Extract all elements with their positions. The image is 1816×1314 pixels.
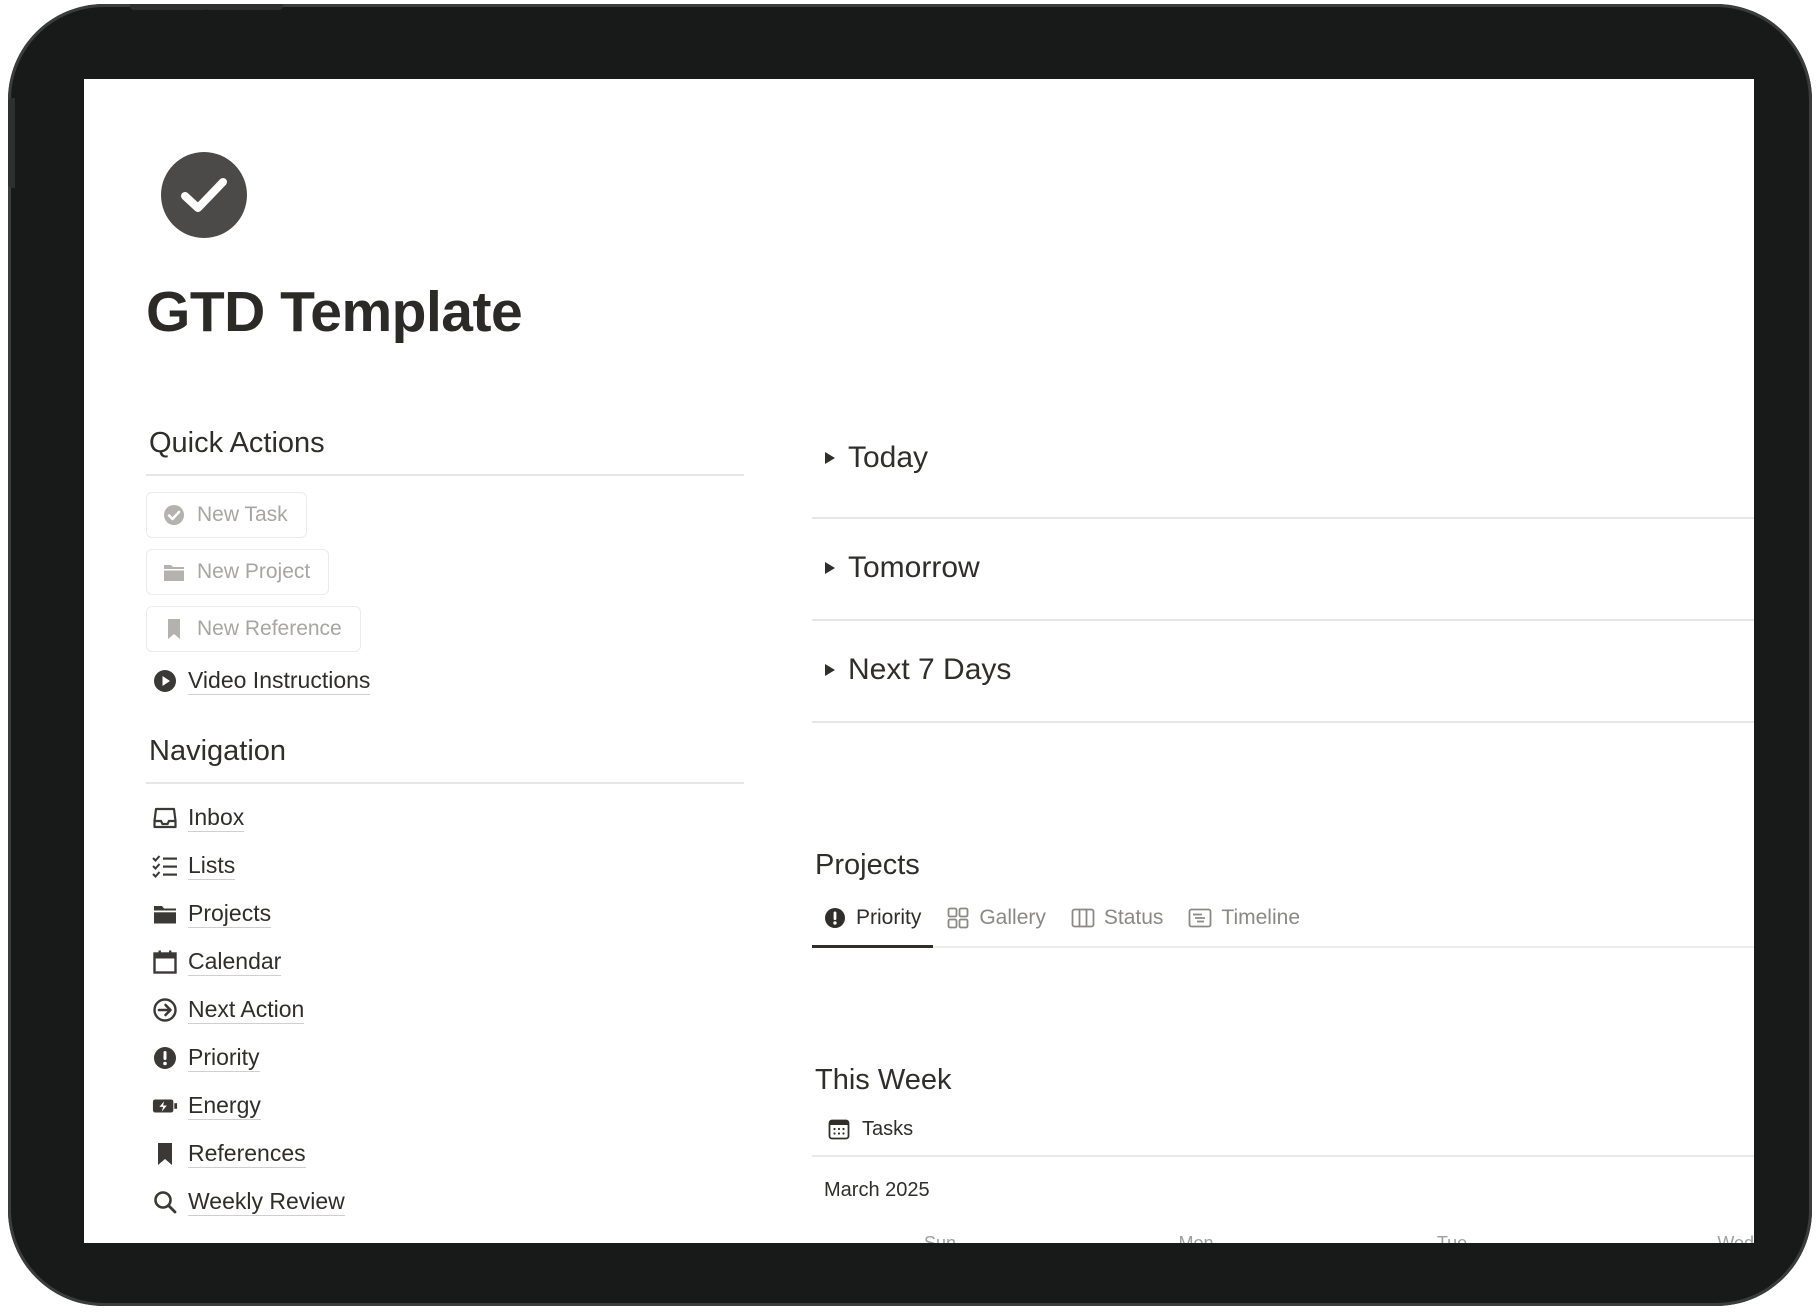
new-reference-label: New Reference	[197, 617, 342, 640]
hardware-button	[8, 98, 15, 188]
new-task-button[interactable]: New Task	[146, 492, 307, 538]
nav-item-inbox[interactable]: Inbox	[146, 794, 744, 842]
triangle-right-icon[interactable]	[812, 651, 848, 689]
tab-status[interactable]: Status	[1058, 891, 1176, 945]
navigation-list: Inbox Lists Projects Calendar Next Actio…	[146, 784, 744, 1226]
nav-item-label: References	[188, 1140, 306, 1168]
toggle-tomorrow[interactable]: Tomorrow	[812, 519, 1754, 621]
bookmark-icon	[152, 1141, 178, 1167]
tab-gallery[interactable]: Gallery	[933, 891, 1058, 945]
projects-view-tabs: Priority Gallery Status Timeline	[812, 890, 1754, 948]
weekday-label: Mon	[1178, 1233, 1214, 1243]
nav-item-label: Next Action	[188, 996, 305, 1024]
nav-item-weekly-review[interactable]: Weekly Review	[146, 1178, 744, 1226]
checklist-icon	[152, 853, 178, 879]
toggle-label: Today	[848, 441, 929, 474]
folder-icon	[161, 559, 187, 585]
page-title: GTD Template	[146, 280, 523, 344]
new-task-label: New Task	[197, 503, 288, 526]
this-week-title[interactable]: This Week	[812, 1064, 1754, 1097]
calendar-view-icon	[826, 1116, 852, 1142]
play-circle-icon	[152, 668, 178, 694]
nav-item-next-action[interactable]: Next Action	[146, 986, 744, 1034]
weekday-header: Sun Mon Tue Wed	[812, 1225, 1754, 1243]
arrow-circle-right-icon	[152, 997, 178, 1023]
nav-item-label: Projects	[188, 900, 272, 928]
search-icon	[152, 1189, 178, 1215]
nav-item-label: Priority	[188, 1044, 260, 1072]
nav-item-references[interactable]: References	[146, 1130, 744, 1178]
toggle-label: Tomorrow	[848, 551, 980, 584]
folder-icon	[152, 901, 178, 927]
tab-label: Status	[1103, 906, 1164, 929]
tab-label: Gallery	[979, 906, 1046, 929]
hardware-button	[130, 4, 208, 10]
timeline-icon	[1187, 905, 1213, 931]
projects-title[interactable]: Projects	[812, 849, 1754, 882]
inbox-icon	[152, 805, 178, 831]
tab-label: Timeline	[1221, 906, 1300, 929]
toggle-next-7-days[interactable]: Next 7 Days	[812, 621, 1754, 723]
tab-timeline[interactable]: Timeline	[1175, 891, 1312, 945]
tasks-view-tab[interactable]: Tasks	[812, 1103, 1754, 1157]
tablet-frame: GTD Template Quick Actions New Task New …	[8, 4, 1812, 1306]
nav-item-label: Calendar	[188, 948, 282, 976]
triangle-right-icon[interactable]	[812, 549, 848, 587]
weekday-label: Sun	[923, 1233, 957, 1243]
tasks-view-label: Tasks	[862, 1117, 914, 1140]
right-column: Today Tomorrow Next 7 Days Projects Prio…	[812, 419, 1754, 1243]
board-columns-icon	[1070, 905, 1096, 931]
nav-item-label: Lists	[188, 852, 236, 880]
nav-item-label: Inbox	[188, 804, 245, 832]
toggle-today[interactable]: Today	[812, 419, 1754, 519]
quick-actions-list: New Task New Project New Reference Video…	[146, 476, 744, 703]
this-week-database: This Week Tasks March 2025 Sun Mon Tue W…	[812, 1064, 1754, 1243]
check-circle-icon	[161, 502, 187, 528]
calendar-icon	[152, 949, 178, 975]
battery-charging-icon	[152, 1093, 178, 1119]
new-project-button[interactable]: New Project	[146, 549, 330, 595]
nav-item-calendar[interactable]: Calendar	[146, 938, 744, 986]
check-circle-icon[interactable]	[161, 152, 247, 238]
video-instructions-link[interactable]: Video Instructions	[146, 659, 744, 703]
tab-label: Priority	[856, 905, 922, 929]
video-instructions-label: Video Instructions	[188, 667, 371, 695]
nav-item-projects[interactable]: Projects	[146, 890, 744, 938]
weekday-label: Wed	[1717, 1233, 1754, 1243]
nav-item-priority[interactable]: Priority	[146, 1034, 744, 1082]
hardware-button	[205, 4, 283, 10]
nav-item-lists[interactable]: Lists	[146, 842, 744, 890]
quick-actions-heading: Quick Actions	[146, 419, 744, 476]
new-project-label: New Project	[197, 560, 311, 583]
projects-database: Projects Priority Gallery Status Timelin…	[812, 849, 1754, 948]
navigation-heading: Navigation	[146, 727, 744, 784]
nav-item-label: Weekly Review	[188, 1188, 345, 1216]
weekday-label: Tue	[1436, 1233, 1468, 1243]
notion-page: GTD Template Quick Actions New Task New …	[84, 79, 1754, 1243]
exclamation-circle-icon	[152, 1045, 178, 1071]
left-column: Quick Actions New Task New Project New R…	[146, 419, 744, 1226]
exclamation-circle-icon	[822, 905, 848, 931]
nav-item-label: Energy	[188, 1092, 261, 1120]
triangle-right-icon[interactable]	[812, 439, 848, 477]
new-reference-button[interactable]: New Reference	[146, 606, 361, 652]
nav-item-energy[interactable]: Energy	[146, 1082, 744, 1130]
gallery-grid-icon	[945, 905, 971, 931]
calendar-month-label: March 2025	[824, 1179, 930, 1201]
toggle-label: Next 7 Days	[848, 653, 1012, 686]
tab-priority[interactable]: Priority	[812, 890, 934, 948]
bookmark-icon	[161, 616, 187, 642]
